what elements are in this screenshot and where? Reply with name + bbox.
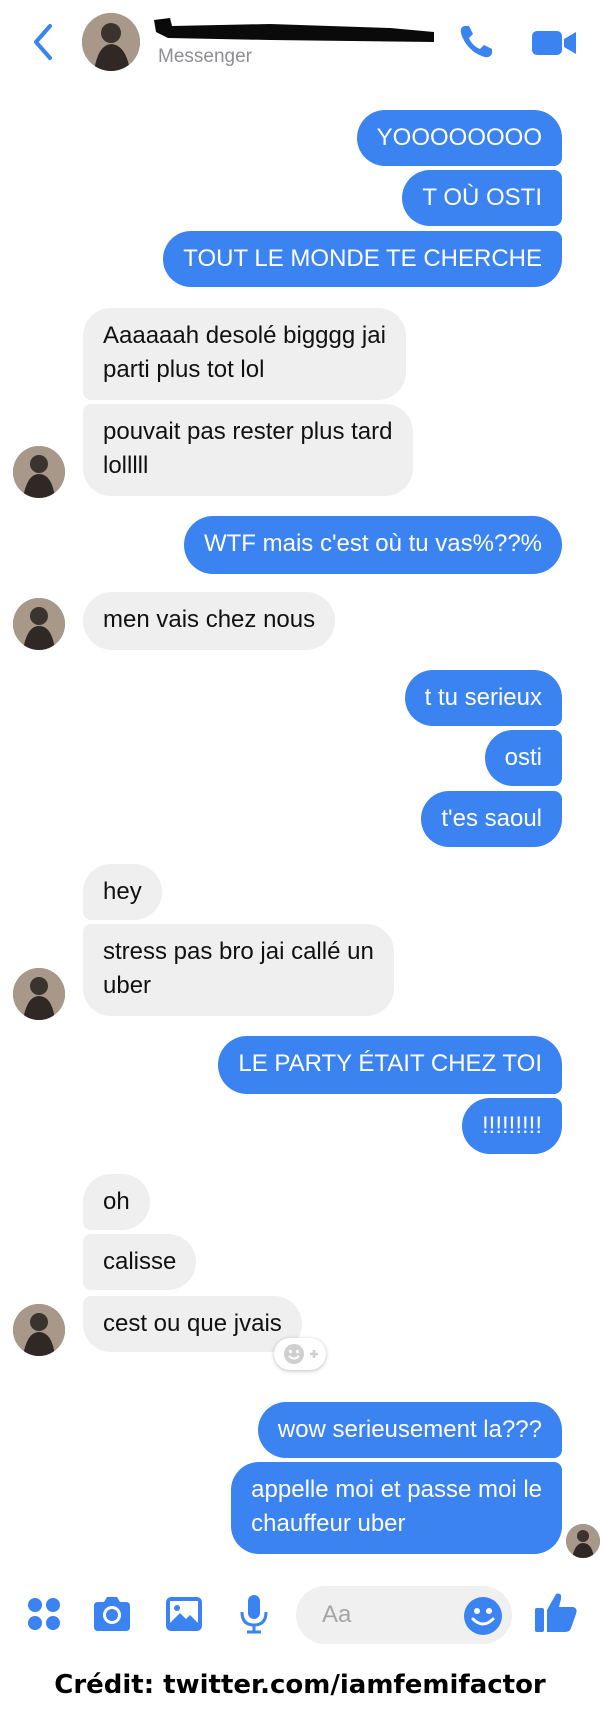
message-input[interactable]: Aa xyxy=(296,1586,512,1644)
message-text-line: pouvait pas rester plus tard xyxy=(103,418,393,445)
message-text-line: stress pas bro jai callé un xyxy=(103,938,374,965)
message-bubble-incoming[interactable]: men vais chez nous xyxy=(83,592,336,650)
microphone-icon[interactable] xyxy=(232,1592,276,1636)
message-text: hey xyxy=(103,878,142,905)
message-bubble-outgoing[interactable]: TOUT LE MONDE TE CHERCHE xyxy=(163,231,562,287)
thumbs-up-icon[interactable] xyxy=(532,1588,580,1636)
image-credit: Crédit: twitter.com/iamfemifactor xyxy=(54,1670,546,1700)
message-bubble-outgoing[interactable]: LE PARTY ÉTAIT CHEZ TOI xyxy=(218,1036,562,1094)
message-text: cest ou que jvais xyxy=(103,1310,282,1337)
video-camera-icon[interactable] xyxy=(530,26,578,60)
message-bubble-incoming[interactable]: pouvait pas rester plus tard lolllll xyxy=(83,404,413,496)
message-text: t'es saoul xyxy=(441,805,542,832)
message-text: TOUT LE MONDE TE CHERCHE xyxy=(183,245,542,272)
message-text: osti xyxy=(504,744,542,771)
message-text-line: appelle moi et passe moi le xyxy=(251,1476,542,1503)
message-bubble-incoming[interactable]: Aaaaaah desolé bigggg jai parti plus tot… xyxy=(83,308,406,400)
add-reaction-icon xyxy=(284,1344,318,1364)
camera-icon[interactable] xyxy=(90,1592,134,1636)
message-bubble-incoming[interactable]: oh xyxy=(83,1174,150,1230)
message-text: wow serieusement la??? xyxy=(277,1416,542,1443)
message-input-placeholder: Aa xyxy=(322,1601,352,1628)
message-bubble-outgoing[interactable]: T OÙ OSTI xyxy=(402,170,562,226)
contact-avatar[interactable] xyxy=(13,1304,65,1356)
message-text: LE PARTY ÉTAIT CHEZ TOI xyxy=(238,1050,542,1077)
message-text-line: lolllll xyxy=(103,452,149,479)
message-bubble-incoming[interactable]: cest ou que jvais xyxy=(83,1296,302,1352)
message-bubble-outgoing[interactable]: appelle moi et passe moi le chauffeur ub… xyxy=(231,1462,562,1554)
image-icon[interactable] xyxy=(162,1592,206,1636)
message-bubble-outgoing[interactable]: osti xyxy=(484,730,562,786)
contact-avatar[interactable] xyxy=(13,598,65,650)
redacted-contact-name xyxy=(154,18,434,42)
message-text: oh xyxy=(103,1188,130,1215)
contact-avatar[interactable] xyxy=(13,968,65,1020)
header-subtitle: Messenger xyxy=(158,46,252,67)
message-text: T OÙ OSTI xyxy=(422,184,542,211)
message-text: calisse xyxy=(103,1248,177,1275)
message-bubble-incoming[interactable]: stress pas bro jai callé un uber xyxy=(83,924,394,1016)
message-text: WTF mais c'est où tu vas%??% xyxy=(203,530,542,557)
message-bubble-outgoing[interactable]: YOOOOOOOO xyxy=(356,110,562,166)
message-text-line: uber xyxy=(103,972,152,999)
message-bubble-outgoing[interactable]: !!!!!!!!! xyxy=(461,1098,562,1154)
apps-icon[interactable] xyxy=(22,1592,66,1636)
message-text: !!!!!!!!! xyxy=(481,1112,542,1139)
message-text: men vais chez nous xyxy=(103,606,316,633)
contact-avatar[interactable] xyxy=(82,13,140,71)
contact-avatar[interactable] xyxy=(13,446,65,498)
seen-receipt-avatar xyxy=(566,1524,600,1558)
message-bubble-outgoing[interactable]: t'es saoul xyxy=(421,791,562,847)
add-reaction-button[interactable] xyxy=(274,1338,326,1370)
message-text-line: parti plus tot lol xyxy=(103,356,265,383)
message-text-line: chauffeur uber xyxy=(251,1510,406,1537)
conversation-header: Messenger xyxy=(0,0,600,82)
chevron-left-icon[interactable] xyxy=(28,22,58,62)
phone-icon[interactable] xyxy=(456,22,496,62)
message-bubble-incoming[interactable]: calisse xyxy=(83,1234,197,1290)
message-text: t tu serieux xyxy=(424,684,542,711)
message-bubble-incoming[interactable]: hey xyxy=(83,864,162,920)
message-text: YOOOOOOOO xyxy=(376,124,542,151)
message-bubble-outgoing[interactable]: wow serieusement la??? xyxy=(257,1402,562,1458)
message-text-line: Aaaaaah desolé bigggg jai xyxy=(103,322,386,349)
message-bubble-outgoing[interactable]: t tu serieux xyxy=(404,670,562,726)
message-bubble-outgoing[interactable]: WTF mais c'est où tu vas%??% xyxy=(183,516,562,574)
emoji-icon[interactable] xyxy=(462,1595,504,1637)
